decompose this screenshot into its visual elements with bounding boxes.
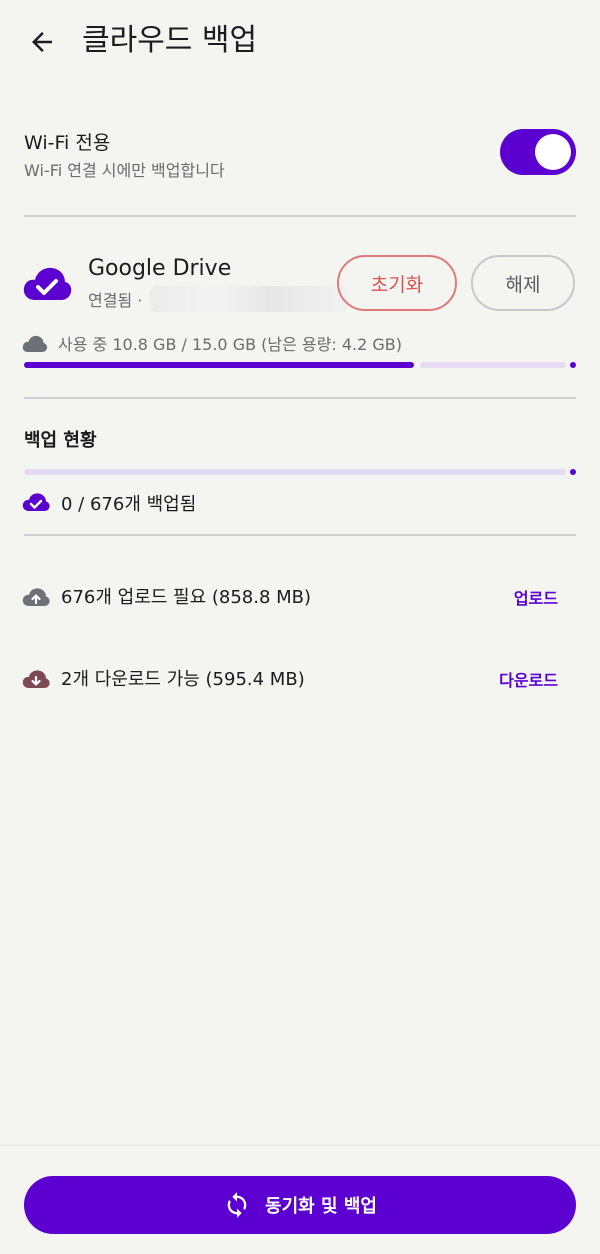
- divider: [24, 397, 576, 399]
- drive-account-name: Google Drive: [88, 256, 232, 281]
- disconnect-button[interactable]: 해제: [471, 255, 575, 311]
- arrow-left-icon: [32, 32, 52, 52]
- reset-button[interactable]: 초기화: [337, 255, 457, 311]
- backup-status-title: 백업 현황: [24, 430, 97, 451]
- storage-remaining-track: [420, 362, 566, 368]
- wifi-only-setting[interactable]: Wi-Fi 전용 Wi-Fi 연결 시에만 백업합니다: [24, 126, 576, 186]
- divider: [24, 534, 576, 536]
- upload-row: 676개 업로드 필요 (858.8 MB) 업로드: [22, 578, 576, 618]
- download-available-text: 2개 다운로드 가능 (595.4 MB): [61, 669, 305, 690]
- backed-up-count: 0 / 676개 백업됨: [61, 494, 197, 515]
- storage-usage-bar: [24, 362, 414, 368]
- progress-end-dot: [570, 362, 576, 368]
- backup-progress-track: [24, 469, 566, 475]
- cloud-download-icon: [22, 670, 50, 688]
- page-title: 클라우드 백업: [82, 23, 258, 58]
- toggle-knob: [535, 134, 571, 170]
- cloud-icon: [22, 335, 48, 352]
- cloud-upload-icon: [22, 588, 50, 606]
- redacted-account-email: [150, 286, 348, 312]
- storage-usage-text: 사용 중 10.8 GB / 15.0 GB (남은 용량: 4.2 GB): [58, 335, 402, 354]
- sync-icon: [227, 1192, 247, 1218]
- wifi-only-toggle[interactable]: [500, 129, 576, 175]
- top-app-bar: 클라우드 백업: [0, 0, 600, 84]
- wifi-only-title: Wi-Fi 전용: [24, 132, 111, 154]
- drive-connection-status: 연결됨 ·: [88, 291, 143, 310]
- cloud-check-icon: [23, 267, 72, 300]
- cloud-check-icon: [22, 493, 50, 511]
- download-row: 2개 다운로드 가능 (595.4 MB) 다운로드: [22, 660, 576, 700]
- back-button[interactable]: [22, 22, 62, 62]
- sync-and-backup-label: 동기화 및 백업: [265, 1196, 377, 1217]
- progress-end-dot: [570, 469, 576, 475]
- divider: [24, 215, 576, 217]
- download-button[interactable]: 다운로드: [499, 667, 558, 691]
- upload-button[interactable]: 업로드: [514, 585, 558, 609]
- sync-and-backup-button[interactable]: 동기화 및 백업: [24, 1176, 576, 1234]
- upload-needed-text: 676개 업로드 필요 (858.8 MB): [61, 587, 312, 608]
- wifi-only-subtitle: Wi-Fi 연결 시에만 백업합니다: [24, 161, 225, 180]
